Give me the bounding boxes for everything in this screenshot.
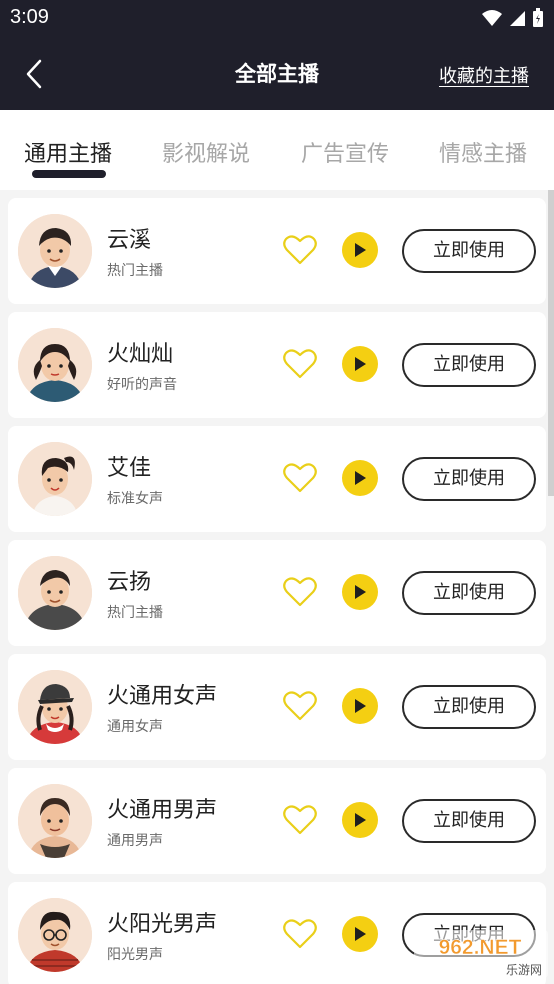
play-button[interactable] [342, 232, 378, 268]
favorites-link[interactable]: 收藏的主播 [439, 62, 529, 88]
heart-icon[interactable] [282, 574, 318, 610]
play-button[interactable] [342, 460, 378, 496]
battery-icon [533, 8, 543, 27]
man-tanktop-avatar-icon [18, 784, 92, 858]
anchor-name: 艾佳 [107, 456, 152, 481]
anchor-desc: 热门主播 [107, 263, 163, 279]
anchor-name: 云扬 [107, 570, 152, 595]
use-now-button[interactable]: 立即使用 [402, 799, 536, 843]
scrollbar[interactable] [548, 190, 554, 496]
use-now-button[interactable]: 立即使用 [402, 457, 536, 501]
play-button[interactable] [342, 802, 378, 838]
site-watermark: 962.NET 乐游网 [414, 930, 548, 978]
use-now-button[interactable]: 立即使用 [402, 343, 536, 387]
play-button[interactable] [342, 346, 378, 382]
tab-advertising[interactable]: 广告宣传 [301, 136, 389, 168]
anchor-name: 火灿灿 [107, 342, 174, 367]
anchor-name: 火通用男声 [107, 798, 218, 823]
anchor-card: 艾佳 标准女声 立即使用 [8, 426, 546, 532]
girl-ponytail-avatar-icon [18, 442, 92, 516]
anchor-card: 火通用女声 通用女声 立即使用 [8, 654, 546, 760]
use-now-button[interactable]: 立即使用 [402, 229, 536, 273]
play-button[interactable] [342, 916, 378, 952]
anchor-desc: 好听的声音 [107, 377, 177, 393]
anchor-card: 云溪 热门主播 立即使用 [8, 198, 546, 304]
watermark-site: 乐游网 [506, 963, 542, 977]
anchor-desc: 通用女声 [107, 719, 163, 735]
tab-emotional[interactable]: 情感主播 [439, 136, 527, 168]
watermark-brand: 962.NET [439, 936, 522, 959]
heart-icon[interactable] [282, 802, 318, 838]
heart-icon[interactable] [282, 460, 318, 496]
anchor-card: 火通用男声 通用男声 立即使用 [8, 768, 546, 874]
play-icon [355, 585, 366, 599]
anchor-card: 云扬 热门主播 立即使用 [8, 540, 546, 646]
anchor-desc: 标准女声 [107, 491, 163, 507]
play-icon [355, 357, 366, 371]
boy-hoodie-avatar-icon [18, 556, 92, 630]
boy-glasses-avatar-icon [18, 898, 92, 972]
anchor-desc: 热门主播 [107, 605, 163, 621]
anchor-name: 云溪 [107, 228, 152, 253]
play-button[interactable] [342, 688, 378, 724]
heart-icon[interactable] [282, 688, 318, 724]
heart-icon[interactable] [282, 232, 318, 268]
play-icon [355, 927, 366, 941]
status-bar: 3:09 [0, 0, 554, 36]
play-icon [355, 813, 366, 827]
nav-bar: 全部主播 收藏的主播 [0, 40, 554, 110]
anchor-card: 火灿灿 好听的声音 立即使用 [8, 312, 546, 418]
girl-pigtails-avatar-icon [18, 328, 92, 402]
signal-icon [510, 11, 525, 26]
active-tab-indicator [32, 170, 106, 178]
heart-icon[interactable] [282, 346, 318, 382]
use-now-button[interactable]: 立即使用 [402, 571, 536, 615]
anchor-list[interactable]: 云溪 热门主播 立即使用 火灿灿 好听的声音 立即使用 艾佳 标准女声 立即使用… [0, 190, 554, 984]
tab-film-commentary[interactable]: 影视解说 [162, 136, 250, 168]
play-icon [355, 243, 366, 257]
app-header: 3:09 全部主播 收藏的主播 [0, 0, 554, 110]
anchor-desc: 通用男声 [107, 833, 163, 849]
wifi-icon [482, 10, 502, 26]
category-tabs: 通用主播 影视解说 广告宣传 情感主播 [0, 110, 554, 190]
boy-avatar-icon [18, 214, 92, 288]
tab-general[interactable]: 通用主播 [24, 136, 112, 168]
anchor-desc: 阳光男声 [107, 947, 163, 963]
heart-icon[interactable] [282, 916, 318, 952]
play-button[interactable] [342, 574, 378, 610]
anchor-name: 火通用女声 [107, 684, 218, 709]
anchor-name: 火阳光男声 [107, 912, 218, 937]
girl-cap-avatar-icon [18, 670, 92, 744]
use-now-button[interactable]: 立即使用 [402, 685, 536, 729]
status-icons [482, 8, 544, 28]
status-time: 3:09 [10, 6, 49, 28]
play-icon [355, 699, 366, 713]
play-icon [355, 471, 366, 485]
